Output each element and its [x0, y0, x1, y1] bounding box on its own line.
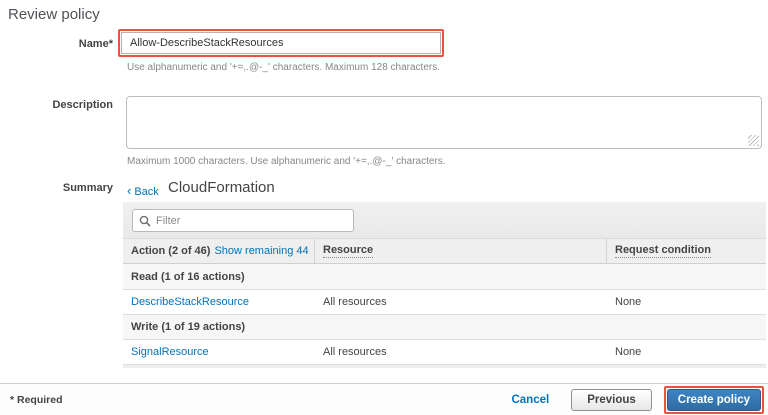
back-link[interactable]: ‹Back [127, 183, 159, 198]
service-name: CloudFormation [168, 179, 275, 196]
chevron-left-icon: ‹ [127, 183, 131, 198]
filter-input-wrap [132, 209, 354, 232]
section-row-read: Read (1 of 16 actions) [123, 264, 766, 290]
show-remaining-link[interactable]: Show remaining 44 [214, 245, 308, 257]
column-header-action: Action (2 of 46) Show remaining 44 [123, 239, 315, 263]
table-row: SignalResource All resources None [123, 340, 766, 365]
table-row: DescribeStackResource All resources None [123, 290, 766, 315]
cancel-link[interactable]: Cancel [511, 394, 549, 406]
description-hint: Maximum 1000 characters. Use alphanumeri… [127, 156, 446, 167]
filter-input[interactable] [156, 215, 347, 227]
review-policy-page: Review policy Name* Use alphanumeric and… [0, 0, 768, 415]
action-header-label: Action (2 of 46) [131, 245, 210, 257]
page-title: Review policy [8, 6, 100, 23]
description-label: Description [0, 99, 113, 111]
name-hint: Use alphanumeric and '+=,.@-_' character… [127, 62, 440, 73]
read-section-label[interactable]: Read (1 of 16 actions) [131, 271, 245, 283]
resource-cell: All resources [315, 296, 607, 308]
resource-cell: All resources [315, 346, 607, 358]
summary-panel: Action (2 of 46) Show remaining 44 Resou… [123, 202, 766, 368]
name-label: Name* [0, 38, 113, 50]
policy-name-input[interactable] [121, 32, 441, 54]
create-policy-button[interactable]: Create policy [667, 389, 761, 411]
section-row-write: Write (1 of 19 actions) [123, 315, 766, 340]
write-section-label[interactable]: Write (1 of 19 actions) [131, 321, 245, 333]
resource-header-label[interactable]: Resource [323, 244, 373, 258]
previous-button[interactable]: Previous [571, 389, 652, 411]
policy-description-textarea[interactable] [126, 96, 762, 149]
action-link-describestackresource[interactable]: DescribeStackResource [131, 296, 249, 308]
textarea-resize-handle[interactable] [748, 135, 759, 146]
summary-label: Summary [0, 182, 113, 194]
request-condition-cell: None [607, 296, 766, 308]
footer-bar: * Required Cancel Previous Create policy [0, 383, 768, 415]
back-link-label: Back [134, 186, 158, 198]
column-header-resource: Resource [315, 239, 607, 263]
annotation-highlight-create-button: Create policy [664, 386, 764, 414]
action-link-signalresource[interactable]: SignalResource [131, 346, 209, 358]
request-condition-cell: None [607, 346, 766, 358]
annotation-highlight-name-input [118, 29, 444, 57]
request-condition-header-label[interactable]: Request condition [615, 244, 711, 258]
required-note: * Required [10, 394, 63, 406]
footer-actions: Cancel Previous Create policy [511, 384, 764, 415]
magnifier-icon [139, 215, 151, 227]
table-header-row: Action (2 of 46) Show remaining 44 Resou… [123, 238, 766, 264]
column-header-request-condition: Request condition [607, 239, 766, 263]
filter-bar [123, 202, 766, 238]
